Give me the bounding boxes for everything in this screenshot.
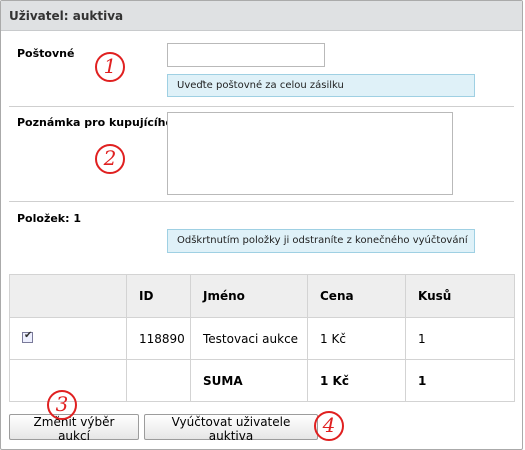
panel-title: Uživatel: auktiva	[9, 9, 124, 23]
table-header-qty: Kusů	[405, 274, 515, 318]
shipping-hint: Uveďte poštovné za celou zásilku	[167, 74, 475, 97]
table-cell-id: 118890	[126, 317, 191, 360]
annotation-marker-1: 1	[95, 52, 125, 82]
table-cell-qty: 1	[405, 317, 515, 360]
items-table: ID Jméno Cena Kusů ✔ 118890 Testovaci au…	[9, 274, 515, 402]
table-header-id: ID	[126, 274, 191, 318]
table-header-row: ID Jméno Cena Kusů	[9, 274, 515, 318]
divider	[9, 201, 514, 202]
note-label: Poznámka pro kupujícího	[17, 116, 174, 129]
settlement-panel: Uživatel: auktiva Poštovné Uveďte poštov…	[0, 0, 523, 450]
shipping-input[interactable]	[167, 43, 325, 67]
table-cell-price: 1 Kč	[307, 317, 406, 360]
table-cell-name: Testovaci aukce	[190, 317, 308, 360]
divider	[9, 106, 514, 107]
table-total-row: SUMA 1 Kč 1	[9, 359, 515, 402]
table-total-price: 1 Kč	[307, 359, 406, 402]
settle-user-button[interactable]: Vyúčtovat uživatele auktiva	[144, 414, 318, 443]
annotation-marker-4: 4	[314, 411, 344, 441]
note-textarea[interactable]	[167, 112, 453, 195]
panel-header: Uživatel: auktiva	[1, 1, 522, 31]
annotation-marker-3: 3	[47, 390, 77, 420]
annotation-marker-2: 2	[95, 144, 125, 174]
table-cell-select: ✔	[9, 317, 127, 360]
item-checkbox[interactable]: ✔	[22, 329, 33, 343]
table-total-qty: 1	[405, 359, 515, 402]
table-row: ✔ 118890 Testovaci aukce 1 Kč 1	[9, 317, 515, 360]
items-count-label: Položek: 1	[17, 212, 82, 225]
checkmark-icon: ✔	[24, 329, 33, 341]
shipping-label: Poštovné	[17, 47, 75, 60]
table-total-label: SUMA	[190, 359, 308, 402]
change-selection-button[interactable]: Změnit výběr aukcí	[9, 414, 139, 443]
table-cell-empty	[126, 359, 191, 402]
table-header-name: Jméno	[190, 274, 308, 318]
table-header-select	[9, 274, 127, 318]
items-hint: Odškrtnutím položky ji odstraníte z kone…	[167, 229, 475, 253]
table-header-price: Cena	[307, 274, 406, 318]
